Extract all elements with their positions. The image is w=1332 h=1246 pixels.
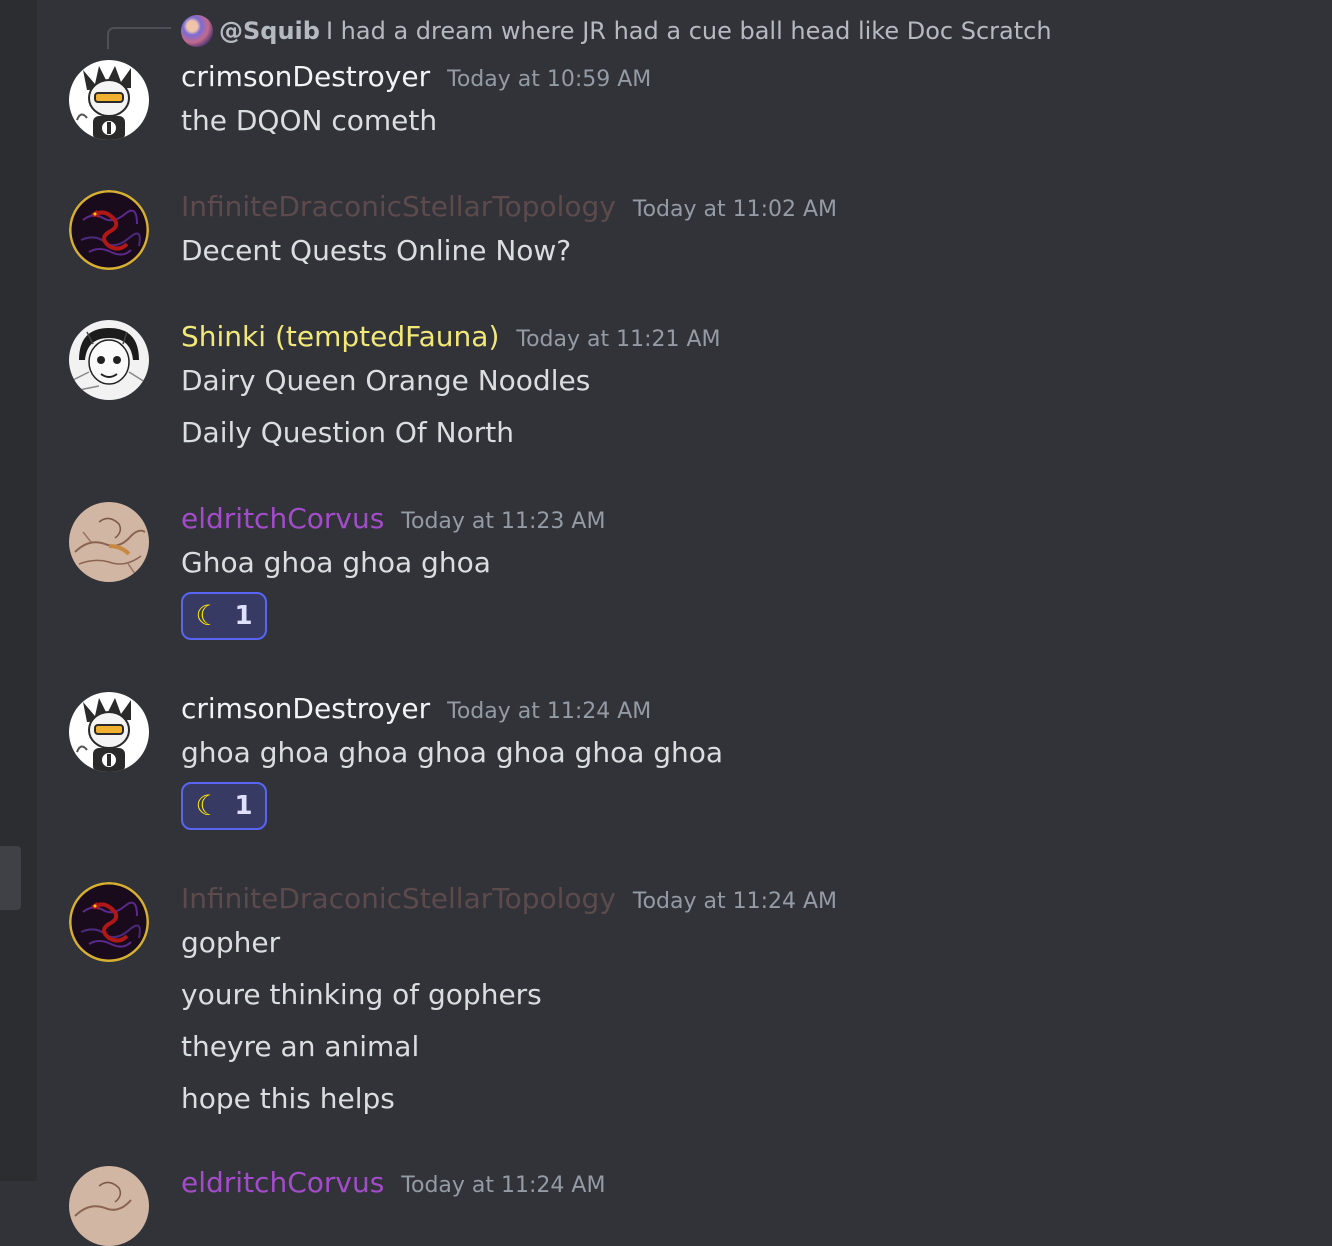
timestamp[interactable]: Today at 10:59 AM — [447, 67, 651, 92]
username[interactable]: Shinki (temptedFauna) — [181, 320, 499, 353]
draconic-avatar-icon — [69, 882, 149, 962]
username[interactable]: InfiniteDraconicStellarTopology — [181, 882, 616, 915]
corvus-avatar-icon — [69, 502, 149, 582]
timestamp[interactable]: Today at 11:21 AM — [516, 327, 720, 352]
reaction-count: 1 — [234, 601, 253, 631]
message-text: gopher — [181, 926, 281, 959]
avatar[interactable] — [69, 882, 149, 962]
avatar[interactable] — [69, 692, 149, 772]
reply-username[interactable]: @Squib — [219, 17, 320, 45]
message-text: Ghoa ghoa ghoa ghoa — [181, 546, 491, 579]
message-header: eldritchCorvus Today at 11:24 AM — [181, 1166, 605, 1199]
message-text: ghoa ghoa ghoa ghoa ghoa ghoa ghoa — [181, 736, 724, 769]
reply-preview[interactable]: @Squib I had a dream where JR had a cue … — [181, 14, 1052, 48]
reaction-button[interactable]: ☾ 1 — [181, 782, 267, 830]
username[interactable]: InfiniteDraconicStellarTopology — [181, 190, 616, 223]
timestamp[interactable]: Today at 11:24 AM — [447, 699, 651, 724]
message-header: eldritchCorvus Today at 11:23 AM — [181, 502, 605, 535]
message-header: crimsonDestroyer Today at 10:59 AM — [181, 60, 651, 93]
message-text: the DQON cometh — [181, 104, 438, 137]
avatar[interactable] — [69, 502, 149, 582]
server-sidebar-edge — [0, 0, 37, 1181]
crimson-avatar-icon — [69, 692, 149, 772]
message-text: youre thinking of gophers — [181, 978, 542, 1011]
avatar[interactable] — [69, 320, 149, 400]
message-list: @Squib I had a dream where JR had a cue … — [37, 0, 1332, 1246]
reaction-button[interactable]: ☾ 1 — [181, 592, 267, 640]
reply-text[interactable]: I had a dream where JR had a cue ball he… — [326, 17, 1052, 45]
message-text: Daily Question Of North — [181, 416, 514, 449]
message-text: hope this helps — [181, 1082, 395, 1115]
corvus-avatar-icon — [69, 1166, 149, 1246]
reaction-count: 1 — [234, 791, 253, 821]
username[interactable]: eldritchCorvus — [181, 502, 384, 535]
message-header: InfiniteDraconicStellarTopology Today at… — [181, 190, 837, 223]
moon-emoji-icon: ☾ — [195, 789, 221, 822]
crimson-avatar-icon — [69, 60, 149, 140]
reply-avatar — [181, 15, 213, 47]
sidebar-scroll-thumb[interactable] — [0, 846, 21, 910]
timestamp[interactable]: Today at 11:24 AM — [401, 1173, 605, 1198]
message-text: Decent Quests Online Now? — [181, 234, 572, 267]
username[interactable]: crimsonDestroyer — [181, 692, 430, 725]
shinki-avatar-icon — [69, 320, 149, 400]
moon-emoji-icon: ☾ — [195, 599, 221, 632]
avatar[interactable] — [69, 1166, 149, 1246]
message-text: Dairy Queen Orange Noodles — [181, 364, 591, 397]
username[interactable]: eldritchCorvus — [181, 1166, 384, 1199]
draconic-avatar-icon — [69, 190, 149, 270]
message-header: crimsonDestroyer Today at 11:24 AM — [181, 692, 651, 725]
avatar[interactable] — [69, 60, 149, 140]
message-text: theyre an animal — [181, 1030, 420, 1063]
username[interactable]: crimsonDestroyer — [181, 60, 430, 93]
message-header: InfiniteDraconicStellarTopology Today at… — [181, 882, 837, 915]
timestamp[interactable]: Today at 11:23 AM — [401, 509, 605, 534]
reply-connector — [107, 27, 171, 49]
timestamp[interactable]: Today at 11:02 AM — [633, 197, 837, 222]
avatar[interactable] — [69, 190, 149, 270]
timestamp[interactable]: Today at 11:24 AM — [633, 889, 837, 914]
message-header: Shinki (temptedFauna) Today at 11:21 AM — [181, 320, 721, 353]
